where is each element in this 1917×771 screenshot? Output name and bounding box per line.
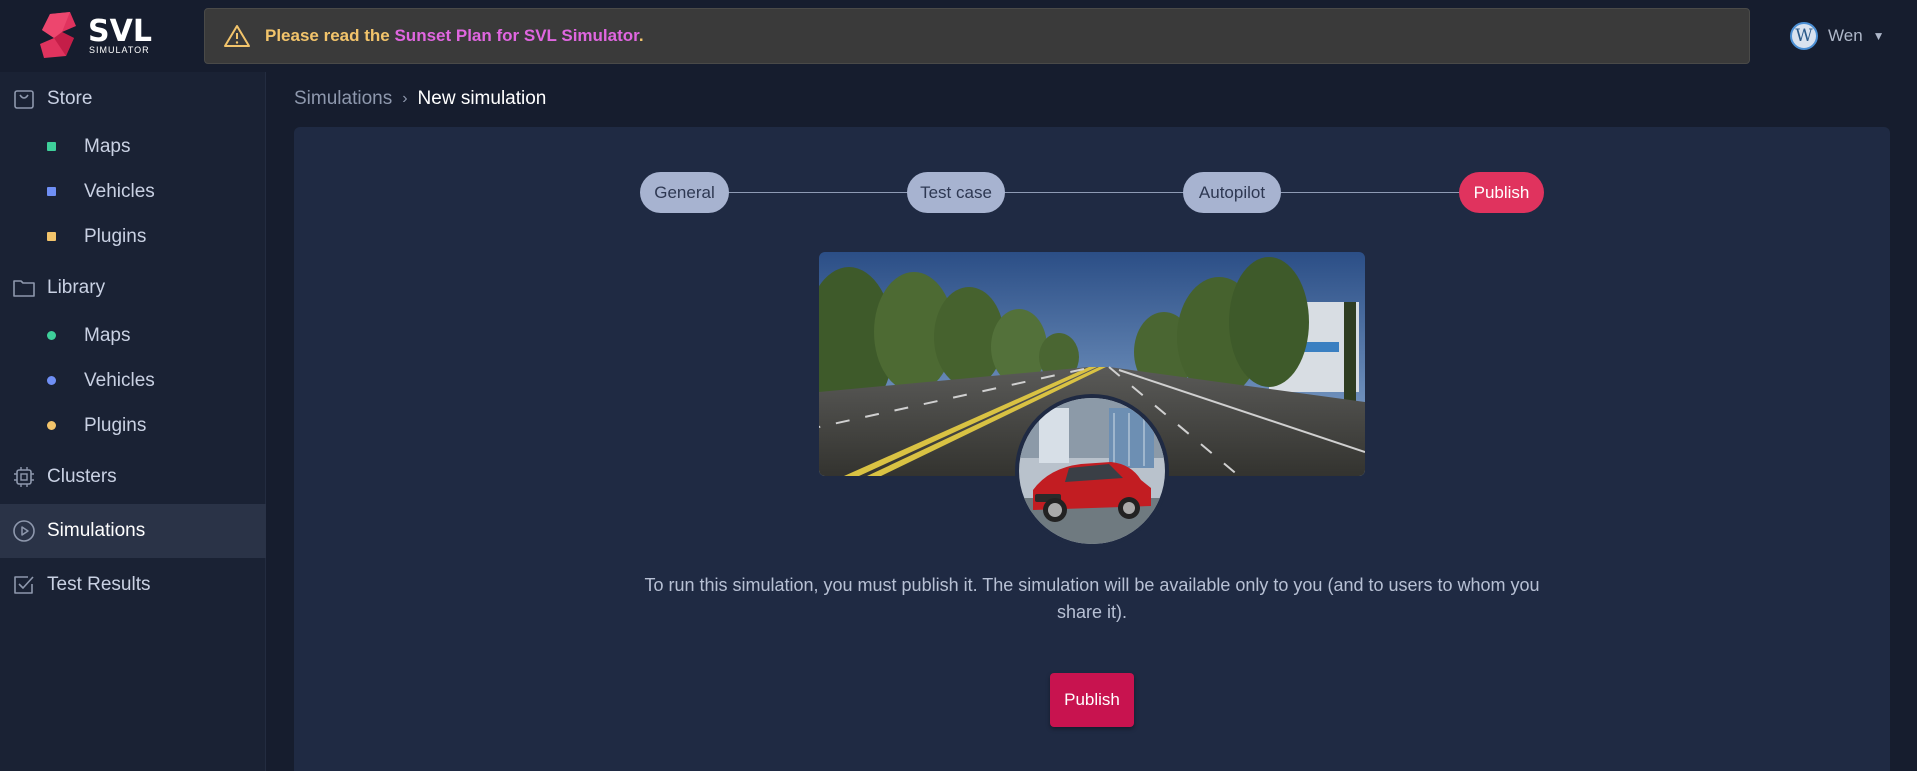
logo-mark-icon bbox=[40, 12, 76, 58]
page-title: New simulation bbox=[417, 88, 547, 109]
stepper-connector bbox=[1281, 192, 1461, 193]
sidebar-item-library-maps[interactable]: Maps bbox=[0, 313, 266, 358]
sidebar-item-library-vehicles[interactable]: Vehicles bbox=[0, 358, 266, 403]
brand-subtitle: SIMULATOR bbox=[89, 45, 150, 55]
sidebar-item-library-plugins[interactable]: Plugins bbox=[0, 403, 266, 448]
sidebar-item-label: Vehicles bbox=[84, 180, 155, 202]
user-menu[interactable]: W Wen ▼ bbox=[1790, 22, 1885, 50]
banner-message: Please read the Sunset Plan for SVL Simu… bbox=[265, 26, 644, 46]
sidebar-item-label: Simulations bbox=[47, 520, 146, 541]
sidebar-item-label: Maps bbox=[84, 324, 131, 346]
play-circle-icon bbox=[13, 520, 35, 542]
banner-prefix: Please read the bbox=[265, 26, 395, 45]
plugins-bullet-icon bbox=[47, 232, 56, 241]
vehicles-bullet-icon bbox=[47, 376, 56, 385]
caret-down-icon: ▼ bbox=[1872, 29, 1885, 43]
step-publish[interactable]: Publish bbox=[1459, 172, 1544, 213]
sidebar-item-store-maps[interactable]: Maps bbox=[0, 124, 266, 169]
sidebar-item-label: Plugins bbox=[84, 414, 147, 436]
stepper-connector bbox=[728, 192, 908, 193]
chip-icon bbox=[14, 467, 34, 487]
sidebar-item-store-plugins[interactable]: Plugins bbox=[0, 214, 266, 259]
publish-description: To run this simulation, you must publish… bbox=[644, 575, 1540, 622]
sidebar-item-label: Plugins bbox=[84, 225, 147, 247]
maps-bullet-icon bbox=[47, 331, 56, 340]
plugins-bullet-icon bbox=[47, 421, 56, 430]
sidebar-item-label: Maps bbox=[84, 135, 131, 157]
banner-suffix: . bbox=[638, 26, 644, 45]
breadcrumb-simulations-link[interactable]: Simulations bbox=[294, 88, 392, 110]
vehicle-preview-image bbox=[1015, 394, 1169, 548]
vehicles-bullet-icon bbox=[47, 187, 56, 196]
sidebar-item-label: Clusters bbox=[47, 466, 117, 487]
sidebar-item-label: Store bbox=[47, 88, 93, 109]
stepper-connector bbox=[1004, 192, 1184, 193]
sidebar-item-label: Library bbox=[47, 277, 106, 298]
maps-bullet-icon bbox=[47, 142, 56, 151]
svl-logo[interactable]: SVL SIMULATOR bbox=[40, 12, 160, 58]
sidebar: Store Maps Vehicles Plugins Library Maps… bbox=[0, 72, 266, 771]
sunset-banner: Please read the Sunset Plan for SVL Simu… bbox=[204, 8, 1750, 64]
sidebar-item-label: Vehicles bbox=[84, 369, 155, 391]
sidebar-item-test-results[interactable]: Test Results bbox=[0, 558, 266, 612]
breadcrumb: Simulations › New simulation bbox=[294, 88, 546, 110]
checkbox-icon bbox=[14, 576, 34, 594]
sidebar-item-store[interactable]: Store bbox=[0, 72, 266, 126]
sidebar-item-store-vehicles[interactable]: Vehicles bbox=[0, 169, 266, 214]
brand-name: SVL bbox=[88, 14, 152, 49]
sidebar-item-library[interactable]: Library bbox=[0, 261, 266, 315]
sidebar-item-label: Test Results bbox=[47, 574, 151, 595]
sidebar-item-simulations[interactable]: Simulations bbox=[0, 504, 266, 558]
warning-icon bbox=[224, 25, 250, 47]
avatar: W bbox=[1790, 22, 1818, 50]
step-test-case[interactable]: Test case bbox=[907, 172, 1005, 213]
top-bar: SVL SIMULATOR Please read the Sunset Pla… bbox=[0, 0, 1917, 72]
sunset-plan-link[interactable]: Sunset Plan for SVL Simulator bbox=[394, 26, 638, 45]
publish-button[interactable]: Publish bbox=[1050, 673, 1134, 727]
shopping-bag-icon bbox=[14, 90, 34, 109]
breadcrumb-separator: › bbox=[402, 90, 408, 107]
step-general[interactable]: General bbox=[640, 172, 729, 213]
sidebar-item-clusters[interactable]: Clusters bbox=[0, 450, 266, 504]
user-name: Wen bbox=[1828, 26, 1863, 45]
folder-icon bbox=[13, 280, 35, 297]
step-autopilot[interactable]: Autopilot bbox=[1183, 172, 1281, 213]
